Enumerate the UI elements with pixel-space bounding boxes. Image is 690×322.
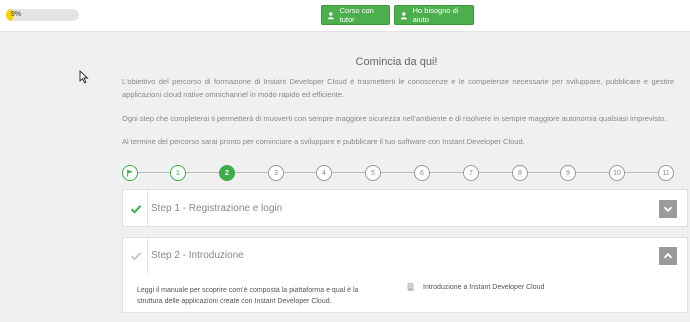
expand-button[interactable]: [659, 200, 677, 218]
step-7[interactable]: 7: [463, 165, 479, 181]
collapse-button[interactable]: [659, 247, 677, 265]
book-icon: [407, 283, 414, 291]
panel-title: Step 1 - Registrazione e login: [151, 203, 283, 214]
step-2[interactable]: 2: [219, 165, 235, 181]
step-8[interactable]: 8: [512, 165, 528, 181]
progress-bar: 9%: [6, 9, 79, 21]
tutor-course-button[interactable]: Corso con tutor: [321, 5, 390, 25]
flag-icon: [127, 169, 133, 177]
step-panel-1: Step 1 - Registrazione e login: [122, 189, 688, 228]
chevron-down-icon: [663, 206, 673, 213]
user-icon: [400, 11, 407, 19]
step-11[interactable]: 11: [658, 165, 674, 181]
help-button[interactable]: Ho bisogno di aiuto: [394, 5, 474, 25]
step-1[interactable]: 1: [170, 165, 186, 181]
intro-paragraph: Al termine del percorso sarai pronto per…: [122, 137, 525, 146]
manual-link[interactable]: Introduzione a Instant Developer Cloud: [406, 282, 544, 292]
divider: [147, 190, 148, 228]
user-icon: [327, 11, 334, 19]
panel-title: Step 2 - Introduzione: [151, 250, 244, 261]
step-10[interactable]: 10: [609, 165, 625, 181]
step-6[interactable]: 6: [414, 165, 430, 181]
step-4[interactable]: 4: [316, 165, 332, 181]
steps-line: [130, 172, 663, 173]
step-panel-2: Step 2 - Introduzione Leggi il manuale p…: [122, 237, 688, 313]
page-title: Comincia da qui!: [355, 56, 438, 68]
step-9[interactable]: 9: [560, 165, 576, 181]
chevron-up-icon: [663, 252, 673, 259]
divider: [147, 238, 148, 274]
intro-paragraph: Ogni step che completerai ti permetterà …: [122, 114, 667, 123]
step-flag[interactable]: [122, 165, 138, 181]
manual-link-label: Introduzione a Instant Developer Cloud: [423, 283, 545, 291]
tutor-course-label: Corso con tutor: [339, 6, 374, 24]
check-icon: [130, 205, 142, 214]
check-icon: [130, 252, 142, 261]
step-3[interactable]: 3: [268, 165, 284, 181]
intro-paragraph: L’obiettivo del percorso di formazione d…: [122, 77, 674, 99]
mouse-cursor-icon: [79, 70, 89, 84]
progress-label: 9%: [11, 11, 22, 18]
step-5[interactable]: 5: [365, 165, 381, 181]
help-label: Ho bisogno di aiuto: [412, 6, 459, 24]
top-bar: 9% Corso con tutor Ho bisogno di aiuto: [0, 0, 690, 32]
panel-description: Leggi il manuale per scoprire com’è comp…: [137, 287, 359, 305]
